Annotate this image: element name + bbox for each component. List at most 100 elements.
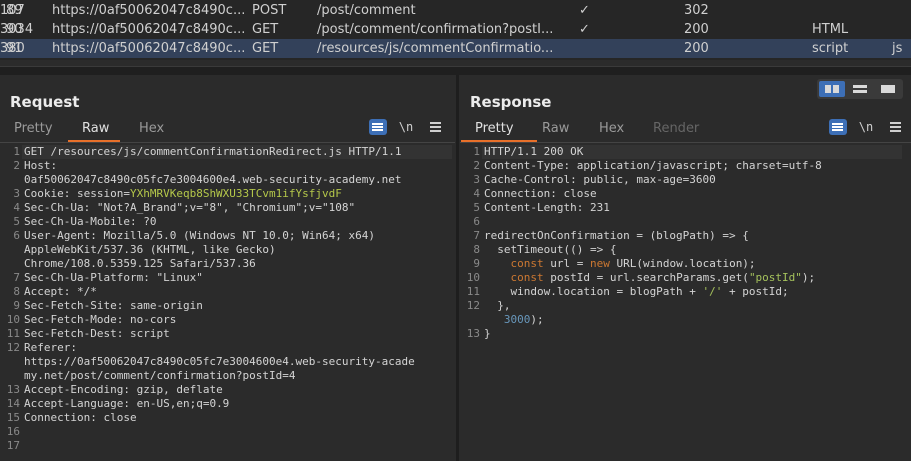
code-token: session=: [76, 187, 130, 200]
line-number: 1: [13, 145, 20, 158]
line-number: 10: [6, 313, 20, 326]
code-line: Content-Type: application/javascript; ch…: [484, 159, 822, 172]
request-tab-divider: [0, 142, 455, 143]
single-pane-layout-icon[interactable]: [875, 81, 901, 97]
code-line: Sec-Fetch-Mode: no-cors: [24, 313, 176, 326]
code-token: new: [589, 257, 610, 270]
code-token: "postId": [748, 271, 802, 284]
code-line: }: [484, 327, 491, 340]
code-token: ?0: [143, 215, 157, 228]
history-cell-url: /post/comment: [317, 3, 416, 18]
line-number: 6: [13, 229, 20, 242]
code-token: url =: [543, 257, 590, 270]
line-number: 3: [473, 173, 480, 186]
code-token: 3000: [503, 313, 531, 326]
code-line: AppleWebKit/537.36 (KHTML, like Gecko): [24, 243, 276, 256]
code-token: "Linux": [156, 271, 203, 284]
tab-pretty[interactable]: Pretty: [14, 121, 53, 136]
code-token: HTTP/1.1 200 OK: [484, 145, 584, 158]
code-token: gzip, deflate: [136, 383, 223, 396]
code-token: postId = url.searchParams.get(: [543, 271, 749, 284]
history-cell-host: https://0af50062047c8490c...: [52, 41, 246, 56]
code-token: Sec-Ch-Ua:: [24, 201, 97, 214]
code-line: GET /resources/js/commentConfirmationRed…: [24, 145, 402, 158]
line-number: 10: [466, 271, 480, 284]
tab-hex[interactable]: Hex: [599, 121, 624, 136]
line-number: 9: [473, 257, 480, 270]
code-line: Content-Length: 231: [484, 201, 610, 214]
code-token: },: [484, 299, 511, 312]
code-line: redirectOnConfirmation = (blogPath) => {: [484, 229, 749, 242]
code-token: */*: [76, 285, 97, 298]
history-row[interactable]: 89 https://0af50062047c8490c... POST/post/…: [0, 1, 911, 20]
code-token: Content-Length:: [484, 201, 590, 214]
side-by-side-layout-icon[interactable]: [819, 81, 845, 97]
newline-toggle-icon[interactable]: \n: [397, 119, 415, 135]
code-token: Chrome/108.0.5359.125 Safari/537.36: [24, 257, 256, 270]
code-line: 3000);: [484, 313, 544, 326]
code-token: close: [103, 411, 137, 424]
menu-icon[interactable]: [427, 119, 445, 135]
history-row[interactable]: 91 https://0af50062047c8490c... GET/resour…: [0, 39, 911, 58]
response-pane: Response Pretty Raw Hex Render \n 1 HTTP/1.1…: [460, 75, 911, 461]
code-token: Content-Type:: [484, 159, 577, 172]
line-number: 7: [13, 271, 20, 284]
stacked-layout-icon[interactable]: [847, 81, 873, 97]
code-token: const: [510, 271, 544, 284]
history-cell-length: 3034: [0, 22, 34, 37]
history-row[interactable]: 90 https://0af50062047c8490c... GET/post/c…: [0, 20, 911, 39]
code-token: }: [484, 327, 491, 340]
history-cell-status: 200: [684, 22, 709, 37]
line-number: 2: [473, 159, 480, 172]
tab-raw[interactable]: Raw: [542, 121, 569, 136]
line-number: 17: [6, 439, 20, 452]
tab-raw[interactable]: Raw: [82, 121, 109, 136]
code-line: window.location = blogPath + '/' + postI…: [484, 285, 789, 298]
code-token: no-cors: [129, 313, 177, 326]
tab-pretty[interactable]: Pretty: [475, 121, 514, 136]
line-number: 11: [466, 285, 480, 298]
word-wrap-icon[interactable]: [369, 119, 387, 135]
line-number: 5: [13, 215, 20, 228]
pane-splitter[interactable]: [456, 75, 459, 461]
code-token: window.location = blogPath +: [484, 285, 703, 298]
history-cell-url: /resources/js/commentConfirmatio...: [317, 41, 554, 56]
history-cell-method: GET: [252, 22, 279, 37]
code-token: Sec-Ch-Ua-Mobile:: [24, 215, 144, 228]
code-line: Chrome/108.0.5359.125 Safari/537.36: [24, 257, 256, 270]
line-number: 11: [6, 327, 20, 340]
tab-render[interactable]: Render: [653, 121, 699, 136]
code-token: YXhMRVKeqb8ShWXU33TCvm1ifYsfjvdF: [129, 187, 342, 200]
menu-icon[interactable]: [887, 119, 905, 135]
code-token: + postId;: [722, 285, 789, 298]
code-line: },: [484, 299, 511, 312]
line-number: 13: [466, 327, 480, 340]
response-title: Response: [470, 93, 552, 111]
line-number: 8: [13, 285, 20, 298]
newline-toggle-icon[interactable]: \n: [857, 119, 875, 135]
line-number: 12: [6, 341, 20, 354]
code-line: const postId = url.searchParams.get("pos…: [484, 271, 816, 284]
line-number: 9: [13, 299, 20, 312]
history-splitter[interactable]: [0, 66, 911, 75]
word-wrap-icon[interactable]: [829, 119, 847, 135]
code-token: public, max-age=3600: [583, 173, 716, 186]
line-number: 2: [13, 159, 20, 172]
layout-toggle: [817, 79, 903, 99]
line-number: 8: [473, 243, 480, 256]
tab-hex[interactable]: Hex: [139, 121, 164, 136]
line-number: 14: [6, 397, 20, 410]
code-token: Cookie:: [24, 187, 77, 200]
code-token: 231: [589, 201, 610, 214]
line-number: 5: [473, 201, 480, 214]
code-line: Sec-Ch-Ua-Platform: "Linux": [24, 271, 203, 284]
code-token: GET /resources/js/commentConfirmationRed…: [24, 145, 402, 158]
code-line: Connection: close: [24, 411, 137, 424]
history-cell-method: GET: [252, 41, 279, 56]
code-token: Host:: [24, 159, 58, 172]
line-number: 7: [473, 229, 480, 242]
code-line: Sec-Fetch-Site: same-origin: [24, 299, 203, 312]
